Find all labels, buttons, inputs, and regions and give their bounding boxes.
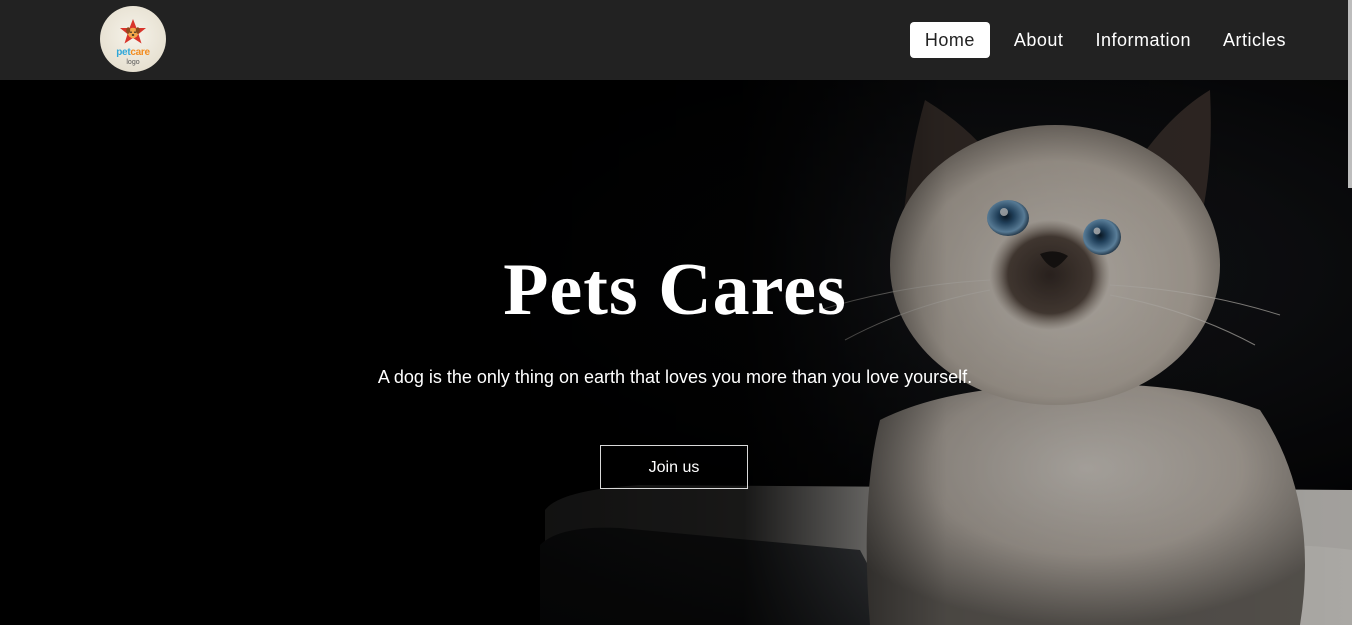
hero-subtitle: A dog is the only thing on earth that lo… [377,367,973,387]
join-us-button[interactable]: Join us [600,445,748,489]
nav-articles[interactable]: Articles [1215,22,1294,58]
nav-home[interactable]: Home [909,22,990,58]
nav-information[interactable]: Information [1087,22,1199,58]
page-scrollbar[interactable] [1348,0,1352,188]
pet-care-logo[interactable]: petcare logo [100,6,166,72]
logo-brand-text: petcare [116,47,150,58]
navbar: petcare logo Home About Information Arti… [0,0,1352,80]
main-nav: Home About Information Articles [909,22,1294,58]
logo-subtitle: logo [126,59,140,66]
hero-section: Pets Cares A dog is the only thing on ea… [0,80,1352,625]
kitten-hero-image [0,80,1352,625]
nav-about[interactable]: About [1006,22,1072,58]
hero-title: Pets Cares [503,248,847,331]
page: petcare logo Home About Information Arti… [0,0,1352,625]
